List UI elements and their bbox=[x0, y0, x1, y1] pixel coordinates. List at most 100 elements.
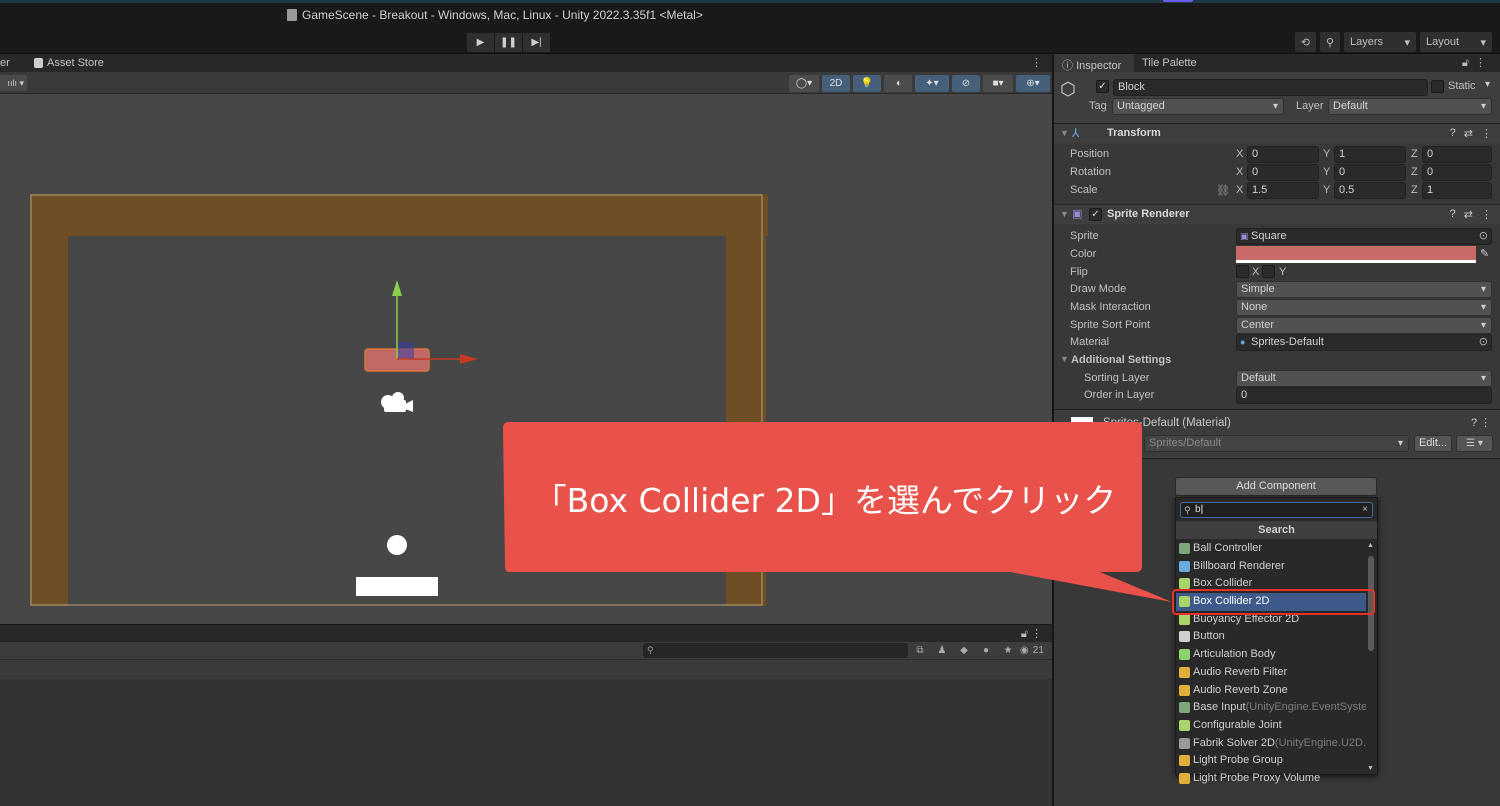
play-icon: ▶ bbox=[476, 37, 485, 48]
tab-hierarchy-partial[interactable]: er bbox=[0, 57, 10, 69]
layout-dropdown[interactable]: Layout ▾ bbox=[1420, 32, 1492, 52]
flip-label: Flip bbox=[1070, 266, 1088, 278]
tag-dropdown[interactable]: Untagged bbox=[1112, 98, 1284, 115]
audio-toggle-scene[interactable]: ◖ bbox=[884, 75, 912, 92]
console-search-input[interactable]: ⚲ bbox=[643, 643, 908, 658]
component-list-item[interactable]: Ball Controller bbox=[1176, 540, 1366, 558]
component-list-item[interactable]: Audio Reverb Zone bbox=[1176, 682, 1366, 700]
search-button[interactable]: ⚲ bbox=[1319, 32, 1340, 52]
component-list-item[interactable]: Articulation Body bbox=[1176, 646, 1366, 664]
component-item-label: Articulation Body bbox=[1193, 648, 1276, 661]
component-icons[interactable]: ? ⇄ ⋮ bbox=[1450, 127, 1492, 140]
sprite-renderer-header[interactable]: ▼ ▣ ✓ Sprite Renderer ? ⇄ ⋮ bbox=[1054, 204, 1500, 224]
help-icon[interactable]: ? bbox=[1450, 208, 1456, 221]
error-icon[interactable]: ● bbox=[976, 643, 996, 658]
scale-x-field[interactable]: 1.5 bbox=[1247, 182, 1319, 199]
layers-dropdown[interactable]: Layers ▾ bbox=[1344, 32, 1416, 52]
object-picker-icon[interactable]: ⊙ bbox=[1479, 335, 1488, 350]
gizmos-button[interactable]: ⊕▾ bbox=[1016, 75, 1050, 92]
lighting-toggle[interactable]: 💡 bbox=[853, 75, 881, 92]
component-list-item[interactable]: Fabrik Solver 2D(UnityEngine.U2D. bbox=[1176, 735, 1366, 753]
layer-dropdown[interactable]: Default bbox=[1328, 98, 1492, 115]
scroll-down-icon[interactable]: ▼ bbox=[1367, 765, 1374, 772]
flip-x-checkbox[interactable] bbox=[1236, 265, 1249, 278]
order-in-layer-field[interactable]: 0 bbox=[1236, 387, 1492, 404]
component-list-item[interactable]: Base Input(UnityEngine.EventSyste bbox=[1176, 699, 1366, 717]
position-x-field[interactable]: 0 bbox=[1247, 146, 1319, 163]
draw-mode-dropdown[interactable]: Simple bbox=[1236, 281, 1492, 298]
flip-y-checkbox[interactable] bbox=[1262, 265, 1275, 278]
camera-settings-button[interactable]: ■▾ bbox=[983, 75, 1013, 92]
scale-y-field[interactable]: 0.5 bbox=[1334, 182, 1406, 199]
visibility-count[interactable]: ◉ 21 bbox=[1020, 643, 1048, 658]
sort-point-dropdown[interactable]: Center bbox=[1236, 317, 1492, 334]
rotation-x-field[interactable]: 0 bbox=[1247, 164, 1319, 181]
shader-dropdown[interactable]: Sprites/Default bbox=[1144, 435, 1409, 452]
component-list-item[interactable]: Light Probe Group bbox=[1176, 752, 1366, 770]
inspector-tab-icons[interactable]: 🔓︎⋮ bbox=[1462, 56, 1492, 70]
2d-toggle[interactable]: 2D bbox=[822, 75, 850, 92]
component-list-scrollbar[interactable]: ▲ ▼ bbox=[1367, 542, 1375, 772]
more-options-icon[interactable]: ⋮ bbox=[1031, 56, 1042, 69]
tab-inspector[interactable]: ⓘ Inspector bbox=[1054, 54, 1134, 73]
tab-asset-store[interactable]: Asset Store bbox=[34, 57, 104, 69]
presets-icon[interactable]: ⇄ bbox=[1464, 127, 1473, 140]
tab-tile-palette[interactable]: Tile Palette bbox=[1134, 54, 1205, 73]
hidden-objects-toggle[interactable]: ⊘ bbox=[952, 75, 980, 92]
position-z-field[interactable]: 0 bbox=[1422, 146, 1492, 163]
clear-on-play-icon[interactable]: ♟ bbox=[932, 643, 952, 658]
pause-button[interactable]: ❚❚ bbox=[495, 33, 522, 52]
more-options-icon[interactable]: ⋮ bbox=[1481, 208, 1492, 221]
play-button[interactable]: ▶ bbox=[467, 33, 494, 52]
mask-interaction-dropdown[interactable]: None bbox=[1236, 299, 1492, 316]
object-picker-icon[interactable]: ⊙ bbox=[1479, 229, 1488, 244]
star-icon[interactable]: ★ bbox=[998, 643, 1018, 658]
shader-options-button[interactable]: ☰ ▾ bbox=[1456, 435, 1493, 452]
help-icon[interactable]: ? bbox=[1450, 127, 1456, 140]
component-icons[interactable]: ? ⇄ ⋮ bbox=[1450, 208, 1492, 221]
foldout-icon[interactable]: ▼ bbox=[1060, 354, 1069, 364]
step-button[interactable]: ▶| bbox=[523, 33, 550, 52]
add-component-button[interactable]: Add Component bbox=[1175, 477, 1377, 496]
sorting-layer-dropdown[interactable]: Default bbox=[1236, 370, 1492, 387]
more-options-icon[interactable]: ⋮ bbox=[1481, 127, 1492, 140]
component-list-item[interactable]: Light Probe Proxy Volume bbox=[1176, 770, 1366, 788]
scroll-up-icon[interactable]: ▲ bbox=[1367, 542, 1374, 549]
component-search-input[interactable]: ⚲ b| × bbox=[1180, 502, 1373, 518]
name-field[interactable]: Block bbox=[1113, 79, 1428, 96]
tag-icon[interactable]: ◆ bbox=[954, 643, 974, 658]
scale-z-field[interactable]: 1 bbox=[1422, 182, 1492, 199]
lock-icon[interactable]: 🔓︎ ⋮ bbox=[1021, 627, 1042, 641]
presets-icon[interactable]: ⇄ bbox=[1464, 208, 1473, 221]
help-icon[interactable]: ? ⋮ bbox=[1471, 416, 1491, 429]
component-list-item[interactable]: Configurable Joint bbox=[1176, 717, 1366, 735]
sprite-field[interactable]: ▣ Square ⊙ bbox=[1236, 228, 1492, 245]
component-list-item[interactable]: Billboard Renderer bbox=[1176, 558, 1366, 576]
material-field[interactable]: ● Sprites-Default ⊙ bbox=[1236, 334, 1492, 351]
component-list-item[interactable]: Button bbox=[1176, 628, 1366, 646]
component-list-item[interactable]: Audio Reverb Filter bbox=[1176, 664, 1366, 682]
active-checkbox[interactable]: ✓ bbox=[1096, 80, 1109, 93]
additional-settings-foldout[interactable]: Additional Settings bbox=[1071, 354, 1171, 366]
foldout-icon[interactable]: ▼ bbox=[1060, 209, 1069, 219]
edit-shader-button[interactable]: Edit... bbox=[1414, 435, 1452, 452]
rotation-z-field[interactable]: 0 bbox=[1422, 164, 1492, 181]
gameobject-header: ⬡ ✓ Block Static ▾ Tag Untagged Layer De… bbox=[1054, 72, 1500, 124]
static-checkbox[interactable] bbox=[1431, 80, 1444, 93]
sprite-renderer-enabled-checkbox[interactable]: ✓ bbox=[1089, 208, 1102, 221]
history-button[interactable]: ⟲ bbox=[1294, 32, 1316, 52]
effects-toggle[interactable]: ✦▾ bbox=[915, 75, 949, 92]
eyedropper-icon[interactable]: ✎ bbox=[1480, 247, 1489, 260]
audio-toggle[interactable]: ıılı ▾ bbox=[0, 75, 27, 91]
rotation-y-field[interactable]: 0 bbox=[1334, 164, 1406, 181]
static-dropdown[interactable]: ▾ bbox=[1485, 79, 1490, 90]
foldout-icon[interactable]: ▼ bbox=[1060, 128, 1069, 138]
transform-header[interactable]: ▼ ⅄ Transform ? ⇄ ⋮ bbox=[1054, 123, 1500, 143]
clear-search-icon[interactable]: × bbox=[1362, 503, 1368, 517]
position-y-field[interactable]: 1 bbox=[1334, 146, 1406, 163]
color-field[interactable] bbox=[1236, 246, 1476, 263]
draw-mode-button[interactable]: ◯▾ bbox=[789, 75, 819, 92]
collapse-icon[interactable]: ⧉ bbox=[910, 643, 930, 658]
constrain-proportions-icon[interactable]: ⛓ bbox=[1216, 184, 1230, 197]
cube-icon[interactable]: ⬡ bbox=[1060, 79, 1082, 101]
